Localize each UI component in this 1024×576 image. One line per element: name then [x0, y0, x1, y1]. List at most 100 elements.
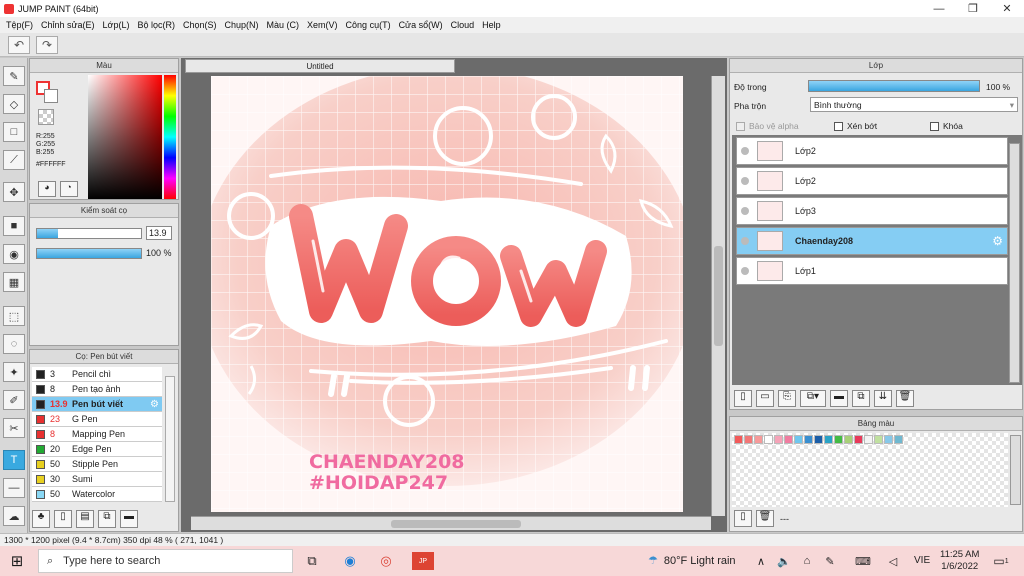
menu-view[interactable]: Xem(V): [303, 20, 342, 30]
color-swatch[interactable]: [764, 435, 773, 444]
sound-icon[interactable]: ◁: [884, 552, 902, 570]
color-swatch[interactable]: [844, 435, 853, 444]
layer-visibility-icon[interactable]: [741, 207, 749, 215]
menu-window[interactable]: Cửa sổ(W): [395, 20, 447, 30]
color-swatch[interactable]: [784, 435, 793, 444]
layer-visibility-icon[interactable]: [741, 177, 749, 185]
brush-size-slider[interactable]: [36, 228, 142, 239]
copy-brush-icon[interactable]: ⧉: [98, 510, 116, 528]
layer-row[interactable]: Lớp3: [736, 197, 1008, 225]
add-swatch-icon[interactable]: ▯: [734, 510, 752, 527]
hue-slider[interactable]: [164, 75, 176, 199]
color-swatch[interactable]: [854, 435, 863, 444]
select-pen-icon[interactable]: ✐: [3, 390, 25, 410]
menu-filter[interactable]: Bộ lọc(R): [133, 20, 179, 30]
magic-wand-icon[interactable]: ✦: [3, 362, 25, 382]
brush-list-scrollbar[interactable]: [165, 376, 175, 502]
color-swatch[interactable]: [744, 435, 753, 444]
color-swatch[interactable]: [824, 435, 833, 444]
brush-item[interactable]: 8 Mapping Pen: [32, 427, 162, 442]
lasso-tool-icon[interactable]: ◌: [3, 334, 25, 354]
brush-size-value[interactable]: 13.9: [146, 226, 172, 240]
new-vector-layer-icon[interactable]: ⎘: [778, 390, 796, 407]
color-swatch[interactable]: [814, 435, 823, 444]
clock[interactable]: 11:25 AM 1/6/2022: [940, 549, 979, 573]
layer-visibility-icon[interactable]: [741, 267, 749, 275]
notification-icon[interactable]: ▭ 1: [992, 552, 1010, 570]
layer-row[interactable]: Lớp2: [736, 137, 1008, 165]
layer-visibility-icon[interactable]: [741, 147, 749, 155]
brush-folder-icon[interactable]: ▬: [120, 510, 138, 528]
clip-checkbox[interactable]: Xén bớt: [834, 121, 877, 131]
fill-rect-tool-icon[interactable]: ■: [3, 216, 25, 236]
color-swatch[interactable]: [874, 435, 883, 444]
menu-help[interactable]: Help: [478, 20, 505, 30]
pen-icon[interactable]: ✎: [821, 552, 839, 570]
layer-menu-icon[interactable]: ⧉▾: [800, 390, 826, 407]
layer-list-scrollbar[interactable]: [1009, 143, 1020, 383]
drawing-canvas[interactable]: CHAENDAY208 #HOIDAP247: [211, 76, 683, 512]
delete-swatch-icon[interactable]: 🗑: [756, 510, 774, 527]
volume-icon[interactable]: 🔈: [775, 552, 793, 570]
language-indicator[interactable]: VIE: [914, 555, 930, 566]
task-view-icon[interactable]: ⧉: [303, 552, 321, 570]
brush-item[interactable]: 8 Pen tạo ảnh: [32, 382, 162, 397]
brush-item[interactable]: 13.9 Pen bút viết ⚙: [32, 397, 162, 412]
menu-tools[interactable]: Công cụ(T): [342, 20, 395, 30]
lock-checkbox[interactable]: Khóa: [930, 121, 963, 131]
gradient-tool-icon[interactable]: ▦: [3, 272, 25, 292]
transparent-swatch[interactable]: [38, 109, 54, 125]
color-swatch[interactable]: [894, 435, 903, 444]
bucket-tool-icon[interactable]: ◉: [3, 244, 25, 264]
menu-file[interactable]: Tệp(F): [2, 20, 37, 30]
color-swatch[interactable]: [804, 435, 813, 444]
canvas-horizontal-scrollbar[interactable]: [191, 516, 711, 530]
layer-row[interactable]: Lớp2: [736, 167, 1008, 195]
edge-browser-icon[interactable]: ◉: [341, 552, 359, 570]
color-swatch[interactable]: [734, 435, 743, 444]
secondary-color-swatch[interactable]: [44, 89, 58, 103]
eraser-tool-icon[interactable]: ◇: [3, 94, 25, 114]
layer-row[interactable]: Chaenday208 ⚙: [736, 227, 1008, 255]
brush-item[interactable]: 30 Sumi: [32, 472, 162, 487]
saturation-value-picker[interactable]: [88, 75, 162, 199]
rectangle-tool-icon[interactable]: □: [3, 122, 25, 142]
jump-paint-taskbar-icon[interactable]: JP: [412, 552, 434, 570]
chevron-up-icon[interactable]: ∧: [752, 552, 770, 570]
select-rect-icon[interactable]: ⬚: [3, 306, 25, 326]
network-icon[interactable]: ⌂: [798, 552, 816, 570]
brush-tree-icon[interactable]: ♣: [32, 510, 50, 528]
brush-item[interactable]: 3 Pencil chì: [32, 367, 162, 382]
minimize-button[interactable]: —: [922, 0, 956, 17]
layer-folder-icon[interactable]: ▬: [830, 390, 848, 407]
canvas-vertical-scrollbar[interactable]: [711, 76, 725, 516]
brush-opacity-slider[interactable]: [36, 248, 142, 259]
cloud-tool-icon[interactable]: ☁: [3, 506, 25, 526]
brush-item[interactable]: 50 Stipple Pen: [32, 457, 162, 472]
color-swatch[interactable]: [884, 435, 893, 444]
select-eraser-icon[interactable]: ✂: [3, 418, 25, 438]
windows-start-icon[interactable]: ⊞: [8, 552, 26, 570]
new-raster-layer-icon[interactable]: ▭: [756, 390, 774, 407]
chrome-browser-icon[interactable]: ◎: [377, 552, 395, 570]
new-brush-icon[interactable]: ▯: [54, 510, 72, 528]
color-swatch[interactable]: [794, 435, 803, 444]
palette-alt-icon[interactable]: ◔: [60, 181, 78, 197]
color-swatch[interactable]: [834, 435, 843, 444]
menu-edit[interactable]: Chỉnh sửa(E): [37, 20, 99, 30]
keyboard-icon[interactable]: ⌨: [854, 552, 872, 570]
blend-mode-select[interactable]: Bình thường ▾: [810, 97, 1018, 112]
swatch-scrollbar[interactable]: [1010, 435, 1021, 505]
delete-layer-icon[interactable]: 🗑: [896, 390, 914, 407]
brush-item[interactable]: 50 Watercolor: [32, 487, 162, 502]
menu-select[interactable]: Chọn(S): [179, 20, 221, 30]
merge-layer-icon[interactable]: ⇊: [874, 390, 892, 407]
text-tool-icon[interactable]: T: [3, 450, 25, 470]
redo-icon[interactable]: ↷: [36, 36, 58, 54]
line-tool-icon[interactable]: ⟋: [3, 150, 25, 170]
color-swatch[interactable]: [754, 435, 763, 444]
layer-visibility-icon[interactable]: [741, 237, 749, 245]
document-tab[interactable]: Untitled: [185, 59, 455, 73]
move-tool-icon[interactable]: ✥: [3, 182, 25, 202]
menu-color[interactable]: Màu (C): [263, 20, 304, 30]
